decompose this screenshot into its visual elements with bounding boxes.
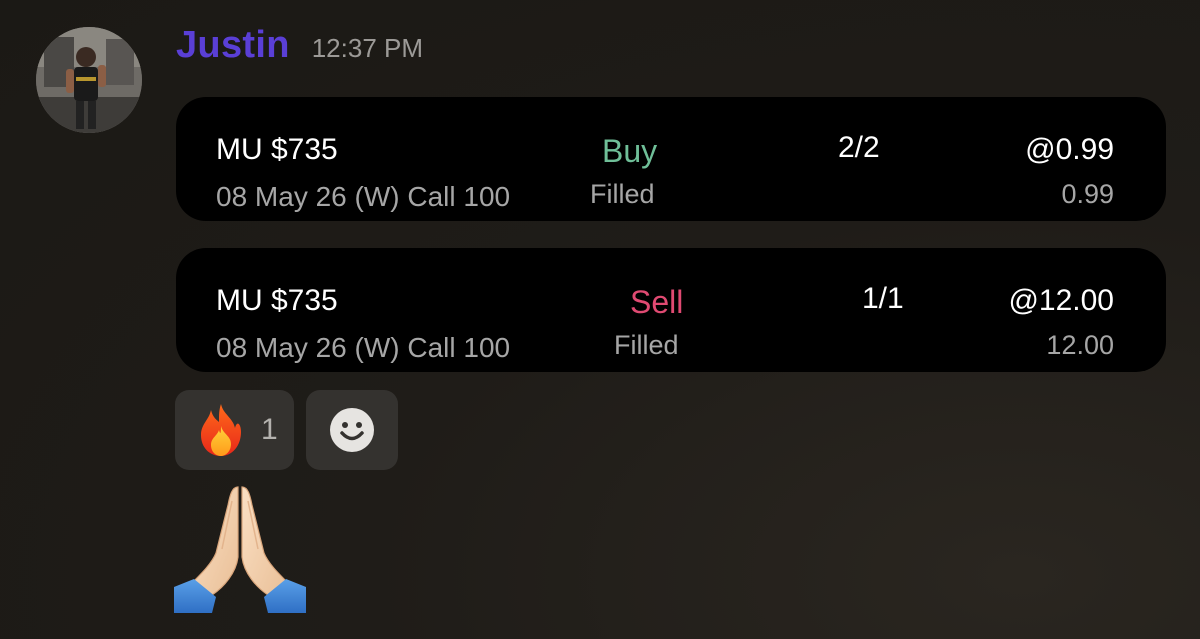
order-card[interactable]: MU $735 08 May 26 (W) Call 100 Sell Fill… bbox=[176, 248, 1166, 372]
message-timestamp: 12:37 PM bbox=[311, 33, 424, 63]
fire-emoji-icon bbox=[201, 404, 241, 456]
order-symbol: MU $735 bbox=[216, 284, 338, 317]
smiley-face-icon bbox=[330, 408, 374, 452]
order-quantity: 1/1 bbox=[862, 282, 904, 315]
username[interactable]: Justin bbox=[176, 24, 290, 67]
order-limit-price: @12.00 bbox=[1008, 284, 1114, 317]
order-side: Buy bbox=[602, 133, 658, 169]
folded-hands-emoji-icon bbox=[174, 486, 306, 613]
message-header: Justin 12:37 PM bbox=[176, 24, 423, 67]
order-status: Filled bbox=[590, 179, 655, 209]
order-contract: 08 May 26 (W) Call 100 bbox=[216, 181, 511, 212]
order-card[interactable]: MU $735 08 May 26 (W) Call 100 Buy Fille… bbox=[176, 97, 1166, 221]
order-quantity: 2/2 bbox=[838, 131, 880, 164]
avatar-photo bbox=[36, 27, 142, 133]
order-limit-price: @0.99 bbox=[1025, 133, 1114, 166]
folded-hands-emoji-message[interactable] bbox=[172, 483, 308, 615]
order-side: Sell bbox=[630, 284, 684, 320]
order-fill-price: 0.99 bbox=[1061, 179, 1114, 209]
order-contract: 08 May 26 (W) Call 100 bbox=[216, 332, 511, 363]
order-fill-price: 12.00 bbox=[1046, 330, 1114, 360]
add-reaction-button[interactable] bbox=[306, 390, 398, 470]
order-symbol: MU $735 bbox=[216, 133, 338, 166]
avatar[interactable] bbox=[36, 27, 142, 133]
order-status: Filled bbox=[614, 330, 679, 360]
reaction-fire-button[interactable]: 1 bbox=[175, 390, 294, 470]
reaction-count: 1 bbox=[261, 413, 278, 446]
